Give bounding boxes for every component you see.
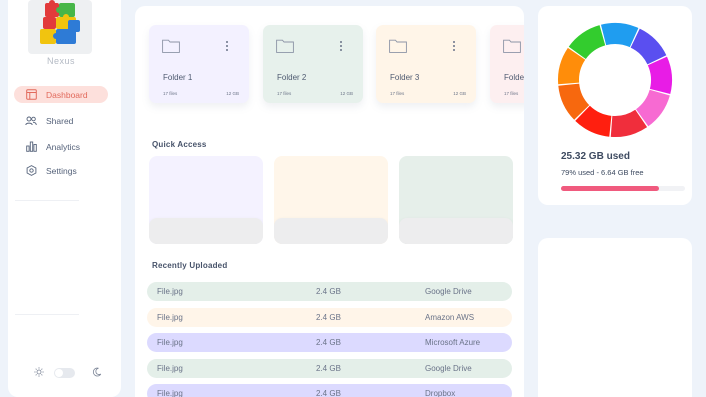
quick-access-card-footer	[274, 218, 388, 244]
sidebar-divider	[15, 314, 79, 315]
sidebar: Nexus Dashboard Shared Analytics Setting…	[8, 0, 121, 397]
folder-file-count: 17 files	[163, 91, 178, 96]
storage-progress-track	[561, 186, 685, 191]
nav-label-settings: Settings	[46, 165, 77, 176]
more-options-icon[interactable]	[340, 41, 343, 53]
dashboard-icon	[25, 89, 37, 101]
storage-donut-chart	[558, 22, 673, 137]
secondary-card	[538, 238, 692, 397]
moon-icon[interactable]	[92, 364, 102, 382]
folder-card[interactable]: Folder 3 17 files 12 GB	[376, 25, 476, 103]
folder-size: 12 GB	[226, 91, 239, 96]
upload-row[interactable]: File.jpg 2.4 GB Google Drive	[147, 358, 512, 378]
quick-access-title: Quick Access	[152, 140, 207, 149]
theme-toggle[interactable]	[54, 368, 75, 378]
folder-icon	[276, 39, 294, 58]
folder-file-count: 17 files	[504, 91, 519, 96]
storage-used: 25.32 GB used	[561, 151, 630, 162]
storage-detail: 79% used - 6.64 GB free	[561, 168, 644, 177]
sidebar-divider	[15, 200, 79, 201]
nav-item-shared[interactable]: Shared	[14, 112, 108, 129]
folder-card[interactable]: Folder 2 17 files 12 GB	[263, 25, 363, 103]
nav-item-settings[interactable]: Settings	[14, 162, 108, 179]
brand-name: Nexus	[46, 56, 75, 66]
folder-name: Folder	[504, 73, 524, 82]
quick-access-card[interactable]	[399, 156, 513, 244]
upload-source: Amazon AWS	[425, 312, 475, 322]
upload-file-name: File.jpg	[157, 312, 183, 322]
upload-source: Google Drive	[425, 287, 472, 296]
upload-file-size: 2.4 GB	[316, 389, 341, 397]
folder-name: Folder 3	[390, 73, 420, 82]
upload-row[interactable]: File.jpg 2.4 GB Microsoft Azure	[147, 333, 512, 352]
folder-meta: 17 files 12 GB	[163, 91, 239, 96]
nav-item-dashboard[interactable]: Dashboard	[14, 86, 108, 103]
folder-icon	[389, 39, 407, 58]
more-options-icon[interactable]	[453, 41, 456, 53]
quick-access-card[interactable]	[149, 156, 263, 244]
upload-row[interactable]: File.jpg 2.4 GB Google Drive	[147, 282, 512, 301]
folder-icon	[503, 39, 521, 58]
theme-switcher	[34, 366, 114, 380]
folder-card[interactable]: Folder 17 files12 GB	[490, 25, 524, 103]
analytics-icon	[25, 141, 37, 153]
folder-size: 12 GB	[453, 91, 466, 96]
quick-access-card[interactable]	[274, 156, 388, 244]
more-options-icon[interactable]	[226, 41, 229, 53]
storage-card: 25.32 GB used 79% used - 6.64 GB free	[538, 6, 692, 205]
folder-name: Folder 1	[163, 73, 193, 82]
upload-file-size: 2.4 GB	[316, 312, 341, 322]
folder-file-count: 17 files	[277, 91, 292, 96]
nav-label-dashboard: Dashboard	[46, 89, 88, 100]
upload-row[interactable]: File.jpg 2.4 GB Amazon AWS	[147, 307, 512, 327]
settings-icon	[25, 165, 37, 177]
upload-source: Microsoft Azure	[425, 338, 481, 347]
shared-users-icon	[25, 115, 37, 127]
upload-file-size: 2.4 GB	[316, 338, 341, 347]
donut-segment	[630, 28, 667, 65]
folder-meta: 17 files12 GB	[504, 91, 524, 96]
folder-card[interactable]: Folder 1 17 files 12 GB	[149, 25, 249, 103]
main-panel: Folder 1 17 files 12 GB Folder 2 17 files 12 …	[135, 6, 524, 397]
folder-meta: 17 files 12 GB	[277, 91, 353, 96]
upload-file-size: 2.4 GB	[316, 363, 341, 373]
folder-size: 12 GB	[340, 91, 353, 96]
nexus-logo[interactable]	[28, 0, 92, 54]
upload-file-name: File.jpg	[157, 338, 183, 347]
folder-name: Folder 2	[277, 73, 307, 82]
folder-meta: 17 files 12 GB	[390, 91, 466, 96]
nav-label-shared: Shared	[46, 115, 74, 126]
upload-source: Google Drive	[425, 363, 472, 373]
folder-file-count: 17 files	[390, 91, 405, 96]
storage-progress-fill	[561, 186, 659, 191]
recently-uploaded-title: Recently Uploaded	[152, 261, 228, 270]
upload-file-name: File.jpg	[157, 363, 183, 373]
sun-icon[interactable]	[34, 364, 44, 382]
quick-access-card-footer	[149, 218, 263, 244]
quick-access-card-footer	[399, 218, 513, 244]
upload-file-size: 2.4 GB	[316, 287, 341, 296]
nav-label-analytics: Analytics	[46, 141, 81, 152]
upload-file-name: File.jpg	[157, 287, 183, 296]
nav-item-analytics[interactable]: Analytics	[14, 138, 108, 155]
upload-row[interactable]: File.jpg 2.4 GB Dropbox	[147, 384, 512, 397]
folder-icon	[162, 39, 180, 58]
upload-source: Dropbox	[425, 389, 456, 397]
upload-file-name: File.jpg	[157, 389, 183, 397]
